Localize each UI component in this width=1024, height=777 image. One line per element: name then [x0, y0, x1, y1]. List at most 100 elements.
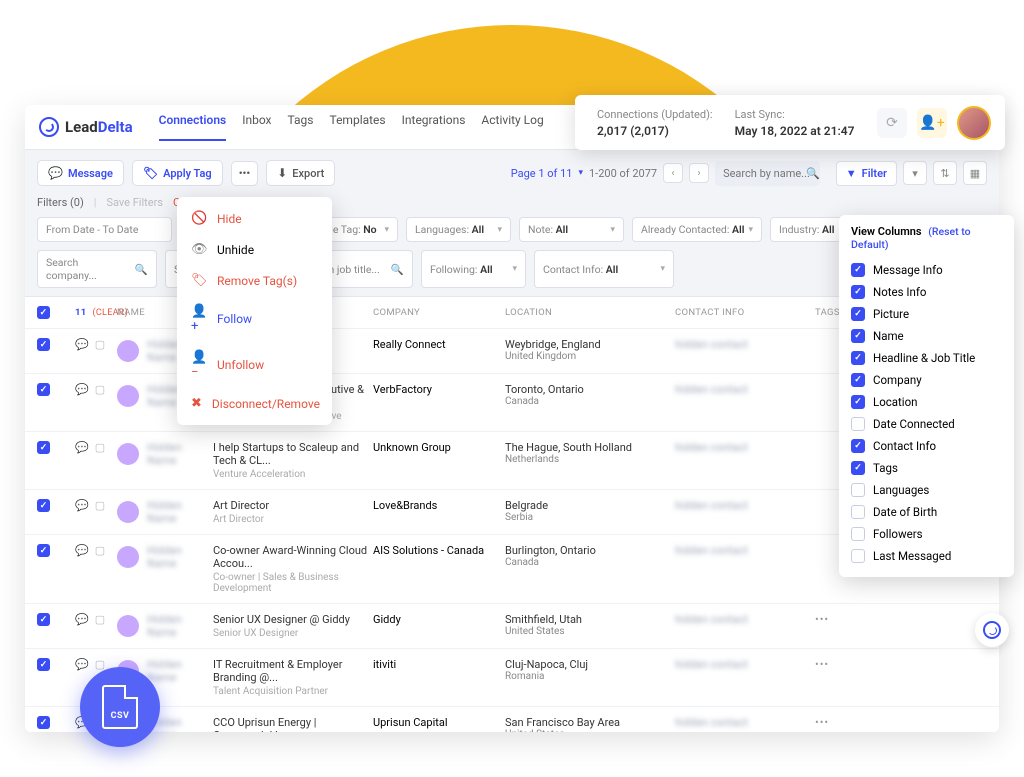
checkbox[interactable]	[851, 483, 865, 497]
message-icon[interactable]: 💬	[75, 658, 89, 671]
export-button[interactable]: ⬇Export	[266, 160, 335, 186]
ctx-disconnect[interactable]: ✖Disconnect/Remove	[177, 388, 332, 419]
ctx-follow[interactable]: 👤+Follow	[177, 296, 332, 342]
save-filters-link[interactable]: Save Filters	[106, 196, 163, 209]
checkbox[interactable]	[851, 395, 865, 409]
nav-inbox[interactable]: Inbox	[242, 113, 271, 141]
floating-logo-button[interactable]	[975, 613, 1009, 647]
column-toggle[interactable]: Contact Info	[851, 435, 1002, 457]
message-icon[interactable]: 💬	[75, 544, 89, 557]
row-checkbox[interactable]	[37, 338, 50, 351]
message-button[interactable]: 💬Message	[37, 160, 124, 186]
filter-button[interactable]: ▼Filter	[836, 161, 897, 186]
note-icon[interactable]: ▢	[95, 383, 105, 396]
note-icon[interactable]: ▢	[95, 441, 105, 454]
note-filter[interactable]: Note: All▾	[519, 217, 624, 242]
message-icon[interactable]: 💬	[75, 338, 89, 351]
next-page-button[interactable]: ›	[689, 163, 709, 183]
prev-page-button[interactable]: ‹	[663, 163, 683, 183]
row-more-button[interactable]: •••	[815, 716, 875, 729]
row-more-button[interactable]: •••	[815, 613, 875, 626]
row-checkbox[interactable]	[37, 658, 50, 671]
row-checkbox[interactable]	[37, 383, 50, 396]
checkbox[interactable]	[851, 285, 865, 299]
column-toggle[interactable]: Languages	[851, 479, 1002, 501]
ctx-hide[interactable]: 🚫Hide	[177, 203, 332, 234]
note-icon[interactable]: ▢	[95, 544, 105, 557]
col-header-contact[interactable]: CONTACT INFO	[675, 307, 815, 318]
checkbox[interactable]	[851, 307, 865, 321]
sort-button[interactable]: ⇅	[933, 161, 957, 185]
checkbox[interactable]	[851, 505, 865, 519]
column-toggle[interactable]: Location	[851, 391, 1002, 413]
add-user-icon[interactable]: 👤+	[917, 108, 947, 138]
brand-logo[interactable]: LeadDelta	[39, 117, 133, 137]
column-toggle[interactable]: Followers	[851, 523, 1002, 545]
ctx-unhide[interactable]: 👁Unhide	[177, 234, 332, 265]
already-contacted-filter[interactable]: Already Contacted: All▾	[632, 217, 762, 242]
table-row[interactable]: 💬▢ Hidden Name Senior UX Designer @ Gidd…	[25, 604, 999, 649]
note-icon[interactable]: ▢	[95, 658, 105, 671]
checkbox[interactable]	[851, 439, 865, 453]
columns-button[interactable]: ▦	[963, 161, 987, 185]
table-row[interactable]: 💬▢ Hidden Name IT Recruitment & Employer…	[25, 649, 999, 707]
column-toggle[interactable]: Date of Birth	[851, 501, 1002, 523]
note-icon[interactable]: ▢	[95, 338, 105, 351]
checkbox[interactable]	[851, 373, 865, 387]
search-icon[interactable]: 🔍	[806, 167, 820, 180]
message-icon[interactable]: 💬	[75, 441, 89, 454]
table-row[interactable]: 💬▢ Hidden Name CCO Uprisun Energy | Comm…	[25, 707, 999, 732]
search-company-input[interactable]: Search company...🔍	[37, 250, 157, 288]
nav-templates[interactable]: Templates	[329, 113, 385, 141]
row-checkbox[interactable]	[37, 441, 50, 454]
refresh-icon[interactable]: ⟳	[877, 108, 907, 138]
checkbox[interactable]	[851, 461, 865, 475]
following-filter[interactable]: Following: All▾	[421, 250, 526, 288]
more-actions-button[interactable]: •••	[231, 161, 259, 186]
select-all-checkbox[interactable]	[37, 306, 50, 319]
nav-integrations[interactable]: Integrations	[402, 113, 466, 141]
nav-activity-log[interactable]: Activity Log	[481, 113, 543, 141]
search-name-input[interactable]	[715, 161, 820, 186]
message-icon[interactable]: 💬	[75, 613, 89, 626]
apply-tag-button[interactable]: 🏷Apply Tag	[132, 160, 223, 186]
checkbox[interactable]	[851, 329, 865, 343]
row-more-button[interactable]: •••	[815, 658, 875, 671]
row-checkbox[interactable]	[37, 499, 50, 512]
column-toggle[interactable]: Picture	[851, 303, 1002, 325]
chevron-down-button[interactable]: ▾	[903, 161, 927, 185]
col-header-company[interactable]: COMPANY	[373, 307, 505, 318]
page-indicator[interactable]: Page 1 of 11	[511, 167, 573, 180]
checkbox[interactable]	[851, 263, 865, 277]
checkbox[interactable]	[851, 527, 865, 541]
user-avatar[interactable]	[957, 106, 991, 140]
date-input[interactable]: From Date - To Date	[37, 217, 172, 242]
column-toggle[interactable]: Name	[851, 325, 1002, 347]
ctx-unfollow[interactable]: 👤−Unfollow	[177, 342, 332, 388]
contact-info-filter[interactable]: Contact Info: All▾	[534, 250, 674, 288]
col-header-location[interactable]: LOCATION	[505, 307, 675, 318]
checkbox[interactable]	[851, 351, 865, 365]
column-toggle[interactable]: Company	[851, 369, 1002, 391]
column-label: Message Info	[873, 263, 943, 277]
note-icon[interactable]: ▢	[95, 499, 105, 512]
nav-tags[interactable]: Tags	[288, 113, 314, 141]
row-checkbox[interactable]	[37, 613, 50, 626]
csv-export-badge[interactable]	[80, 667, 160, 747]
ctx-remove-tags[interactable]: 🏷Remove Tag(s)	[177, 265, 332, 296]
column-toggle[interactable]: Headline & Job Title	[851, 347, 1002, 369]
column-toggle[interactable]: Message Info	[851, 259, 1002, 281]
note-icon[interactable]: ▢	[95, 613, 105, 626]
row-checkbox[interactable]	[37, 716, 50, 729]
message-icon[interactable]: 💬	[75, 499, 89, 512]
nav-connections[interactable]: Connections	[159, 113, 227, 141]
column-toggle[interactable]: Date Connected	[851, 413, 1002, 435]
row-checkbox[interactable]	[37, 544, 50, 557]
message-icon[interactable]: 💬	[75, 383, 89, 396]
languages-filter[interactable]: Languages: All▾	[406, 217, 511, 242]
column-toggle[interactable]: Notes Info	[851, 281, 1002, 303]
checkbox[interactable]	[851, 417, 865, 431]
column-toggle[interactable]: Last Messaged	[851, 545, 1002, 567]
checkbox[interactable]	[851, 549, 865, 563]
column-toggle[interactable]: Tags	[851, 457, 1002, 479]
